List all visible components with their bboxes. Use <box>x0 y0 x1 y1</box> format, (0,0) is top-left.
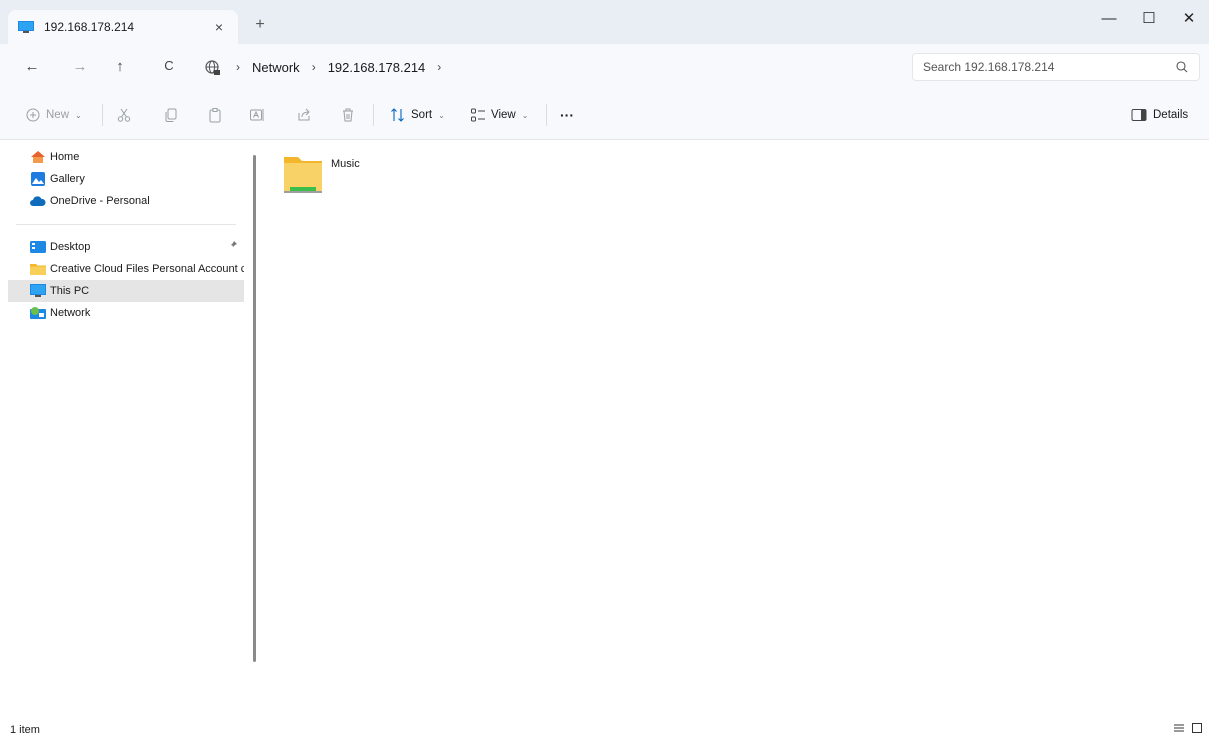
sidebar-item-label: Network <box>50 307 91 319</box>
copy-button[interactable] <box>163 106 179 124</box>
new-label: New <box>46 109 70 121</box>
home-icon <box>31 151 45 163</box>
file-list: Music <box>260 141 1209 719</box>
sidebar-divider <box>16 224 236 225</box>
details-label: Details <box>1153 109 1189 121</box>
cut-button[interactable] <box>116 106 132 124</box>
sidebar-item-label: Home <box>50 151 80 163</box>
share-icon <box>298 108 310 121</box>
details-view-icon[interactable] <box>1173 722 1185 734</box>
sidebar-item-label: Desktop <box>50 241 91 253</box>
share-button[interactable] <box>296 106 312 124</box>
address-bar-row: ← → ↑ C › Network › 192.168.178.214 › <box>0 44 1209 90</box>
details-pane-icon <box>1131 109 1147 121</box>
folder-icon <box>30 264 46 275</box>
sort-icon <box>391 108 404 122</box>
sidebar-item-onedrive[interactable]: OneDrive - Personal <box>8 190 244 212</box>
delete-button[interactable] <box>340 106 356 124</box>
tab-close-button[interactable]: × <box>210 19 228 35</box>
network-icon <box>30 307 46 319</box>
item-count: 1 item <box>10 724 40 736</box>
sidebar-item-gallery[interactable]: Gallery <box>8 168 244 190</box>
refresh-button[interactable]: C <box>159 58 179 73</box>
trash-icon <box>343 108 353 122</box>
this-pc-icon <box>30 284 46 297</box>
search-box <box>912 53 1200 81</box>
up-button[interactable]: ↑ <box>110 58 130 75</box>
divider <box>546 104 547 126</box>
sidebar-item-label: Gallery <box>50 173 85 185</box>
status-bar: 1 item <box>0 719 1209 738</box>
chevron-down-icon: ⌄ <box>438 110 445 120</box>
title-bar: 192.168.178.214 × + — ☐ ✕ <box>0 0 1209 44</box>
list-item[interactable]: Music <box>282 153 402 199</box>
chevron-down-icon: ⌄ <box>521 110 529 120</box>
minimize-button[interactable]: — <box>1089 0 1129 36</box>
forward-button[interactable]: → <box>70 58 90 75</box>
breadcrumb-separator[interactable]: › <box>236 60 240 74</box>
breadcrumb: › Network › 192.168.178.214 › <box>198 52 898 82</box>
paste-button[interactable] <box>207 106 223 124</box>
gallery-icon <box>31 172 45 186</box>
search-icon[interactable] <box>1175 60 1189 74</box>
sidebar-item-label: Creative Cloud Files Personal Account c <box>50 263 244 275</box>
sidebar-item-home[interactable]: Home <box>8 146 244 168</box>
close-window-button[interactable]: ✕ <box>1169 0 1209 36</box>
folder-name: Music <box>331 158 360 170</box>
plus-circle-icon <box>26 108 40 122</box>
tab-title: 192.168.178.214 <box>44 20 135 34</box>
copy-icon <box>165 108 177 122</box>
divider <box>102 104 103 126</box>
sort-button[interactable]: Sort ⌄ <box>390 106 445 124</box>
divider <box>373 104 374 126</box>
sidebar-item-label: This PC <box>50 285 90 297</box>
view-label: View <box>491 109 516 121</box>
breadcrumb-separator[interactable]: › <box>437 60 441 74</box>
view-icon <box>471 108 485 122</box>
sidebar-item-creative-cloud[interactable]: Creative Cloud Files Personal Account c <box>8 258 244 280</box>
more-options-button[interactable]: ··· <box>560 106 574 124</box>
computer-icon <box>18 21 34 33</box>
breadcrumb-host[interactable]: 192.168.178.214 <box>328 60 426 75</box>
pin-icon[interactable] <box>228 240 238 250</box>
scissors-icon <box>117 108 131 122</box>
sidebar-item-label: OneDrive - Personal <box>50 195 150 207</box>
rename-button[interactable] <box>249 106 265 124</box>
network-share-folder-icon <box>284 157 322 193</box>
desktop-icon <box>30 241 46 253</box>
sidebar-item-desktop[interactable]: Desktop <box>8 236 244 258</box>
back-button[interactable]: ← <box>22 58 42 75</box>
window-controls: — ☐ ✕ <box>1089 0 1209 36</box>
chevron-down-icon: ⌄ <box>75 110 82 120</box>
sidebar-scrollbar[interactable] <box>253 155 256 662</box>
sidebar-item-this-pc[interactable]: This PC <box>8 280 244 302</box>
new-tab-button[interactable]: + <box>250 16 270 34</box>
command-bar: New ⌄ Sort ⌄ View ⌄ ··· Details <box>0 90 1209 140</box>
view-button[interactable]: View ⌄ <box>470 106 528 124</box>
paste-icon <box>209 108 221 123</box>
onedrive-icon <box>30 196 46 206</box>
new-button[interactable]: New ⌄ <box>26 106 82 124</box>
sidebar-item-network[interactable]: Network <box>8 302 244 324</box>
navigation-pane: Home Gallery OneDrive - Personal Desktop… <box>0 141 256 719</box>
sort-label: Sort <box>411 109 433 121</box>
large-icons-view-icon[interactable] <box>1191 722 1203 734</box>
maximize-button[interactable]: ☐ <box>1129 0 1169 36</box>
rename-icon <box>250 109 264 121</box>
details-button[interactable]: Details <box>1131 106 1188 124</box>
breadcrumb-separator[interactable]: › <box>312 60 316 74</box>
search-input[interactable] <box>923 60 1175 74</box>
tab[interactable]: 192.168.178.214 × <box>8 10 238 44</box>
breadcrumb-network[interactable]: Network <box>252 60 300 75</box>
